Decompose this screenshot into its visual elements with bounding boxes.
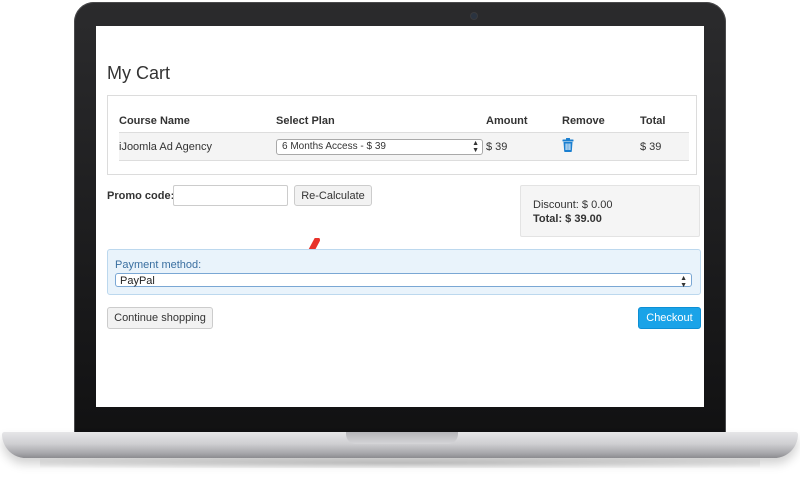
total-text: Total: $ 39.00 xyxy=(533,213,602,225)
column-header-remove: Remove xyxy=(562,110,640,133)
payment-method-select[interactable]: PayPal ▲ ▼ xyxy=(115,273,692,289)
plan-select[interactable]: 6 Months Access - $ 39 ▲ ▼ xyxy=(276,138,483,155)
course-name-cell: iJoomla Ad Agency xyxy=(119,132,276,161)
remove-cell xyxy=(562,132,640,161)
promo-code-input[interactable] xyxy=(173,185,288,206)
payment-method-label: Payment method: xyxy=(115,259,202,271)
page-title: My Cart xyxy=(107,63,170,83)
plan-select-value: 6 Months Access - $ 39 xyxy=(282,140,386,152)
table-header-row: Course Name Select Plan Amount Remove To… xyxy=(119,110,689,133)
select-arrows-icon: ▲ ▼ xyxy=(680,275,687,289)
column-header-total: Total xyxy=(640,110,689,133)
total-cell: $ 39 xyxy=(640,132,689,161)
table-row: iJoomla Ad Agency 6 Months Access - $ 39… xyxy=(119,132,689,161)
column-header-course-name: Course Name xyxy=(119,110,276,133)
laptop-notch xyxy=(346,432,458,444)
amount-cell: $ 39 xyxy=(486,132,562,161)
laptop-base xyxy=(2,432,798,458)
select-arrows-icon: ▲ ▼ xyxy=(472,139,479,154)
camera-icon xyxy=(471,13,477,19)
plan-cell: 6 Months Access - $ 39 ▲ ▼ xyxy=(276,132,486,161)
trash-icon[interactable] xyxy=(562,138,574,155)
payment-method-panel: Payment method: PayPal ▲ ▼ xyxy=(107,249,701,295)
column-header-amount: Amount xyxy=(486,110,562,133)
column-header-select-plan: Select Plan xyxy=(276,110,486,133)
payment-method-value: PayPal xyxy=(120,275,155,287)
recalculate-button[interactable]: Re-Calculate xyxy=(294,185,372,206)
discount-text: Discount: $ 0.00 xyxy=(533,199,613,211)
continue-shopping-button[interactable]: Continue shopping xyxy=(107,307,213,329)
order-summary: Discount: $ 0.00 Total: $ 39.00 xyxy=(520,185,700,237)
checkout-button[interactable]: Checkout xyxy=(638,307,701,329)
laptop-shadow xyxy=(40,458,760,468)
cart-panel: Course Name Select Plan Amount Remove To… xyxy=(107,95,697,175)
cart-table: Course Name Select Plan Amount Remove To… xyxy=(119,110,689,161)
screen: My Cart Course Name Select Plan Amount R… xyxy=(96,26,704,407)
promo-code-label: Promo code: xyxy=(107,190,175,202)
